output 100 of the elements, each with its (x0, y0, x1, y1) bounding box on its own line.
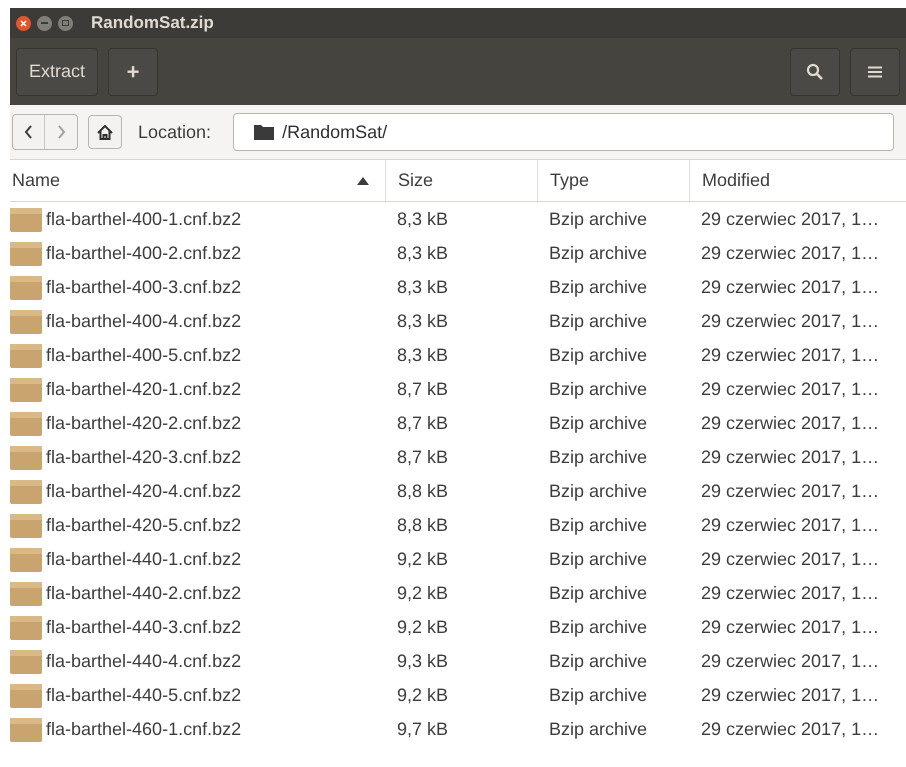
folder-icon (254, 124, 274, 140)
file-modified: 29 czerwiec 2017, 1… (700, 514, 880, 536)
archive-icon (10, 716, 42, 742)
file-size: 8,7 kB (396, 378, 450, 400)
home-icon (97, 124, 113, 140)
file-size: 9,3 kB (396, 650, 450, 672)
file-size: 8,3 kB (396, 276, 450, 298)
file-type: Bzip archive (548, 718, 648, 741)
menu-icon (868, 66, 882, 78)
archive-icon (10, 682, 42, 708)
file-type: Bzip archive (548, 616, 648, 639)
file-name[interactable]: fla-barthel-400-4.cnf.bz2 (46, 308, 242, 334)
file-size: 9,2 kB (396, 548, 450, 570)
column-header[interactable]: Name (10, 160, 385, 201)
search-button[interactable] (790, 48, 840, 96)
file-type: Bzip archive (548, 650, 648, 673)
file-modified: 29 czerwiec 2017, 1… (700, 276, 880, 298)
file-name[interactable]: fla-barthel-400-1.cnf.bz2 (46, 206, 242, 232)
archive-icon (10, 648, 42, 674)
file-name[interactable]: fla-barthel-440-2.cnf.bz2 (46, 580, 242, 606)
forward-icon (56, 125, 66, 139)
search-icon (806, 62, 824, 80)
file-name[interactable]: fla-barthel-460-1.cnf.bz2 (46, 716, 242, 742)
file-size: 8,3 kB (396, 242, 450, 264)
file-modified: 29 czerwiec 2017, 1… (700, 310, 880, 332)
file-name[interactable]: fla-barthel-440-3.cnf.bz2 (46, 614, 242, 640)
file-name[interactable]: fla-barthel-400-5.cnf.bz2 (46, 342, 242, 368)
file-size: 8,3 kB (396, 310, 450, 332)
file-size: 8,3 kB (396, 344, 450, 366)
column-header[interactable]: Size (385, 160, 537, 201)
back-icon (24, 125, 33, 139)
file-size: 8,8 kB (396, 480, 450, 502)
file-size: 8,7 kB (396, 446, 450, 468)
file-modified: 29 czerwiec 2017, 1… (700, 650, 880, 672)
file-name[interactable]: fla-barthel-420-4.cnf.bz2 (46, 478, 242, 504)
archive-icon (10, 444, 42, 470)
file-name[interactable]: fla-barthel-420-5.cnf.bz2 (46, 512, 242, 538)
file-modified: 29 czerwiec 2017, 1… (700, 718, 880, 740)
file-type: Bzip archive (548, 378, 648, 401)
file-modified: 29 czerwiec 2017, 1… (700, 446, 880, 468)
file-size: 8,3 kB (396, 208, 450, 230)
archive-icon (10, 308, 42, 334)
archive-icon (10, 342, 42, 368)
file-size: 9,7 kB (396, 718, 450, 740)
archive-icon (10, 376, 42, 402)
file-modified: 29 czerwiec 2017, 1… (700, 616, 880, 638)
archive-icon (10, 410, 42, 436)
file-size: 9,2 kB (396, 684, 450, 706)
file-modified: 29 czerwiec 2017, 1… (700, 242, 880, 264)
file-type: Bzip archive (548, 276, 648, 299)
archive-icon (10, 240, 42, 266)
file-type: Bzip archive (548, 514, 648, 537)
archive-icon (10, 206, 42, 232)
archive-icon (10, 614, 42, 640)
file-name[interactable]: fla-barthel-400-2.cnf.bz2 (46, 240, 242, 266)
file-name[interactable]: fla-barthel-440-4.cnf.bz2 (46, 648, 242, 674)
file-modified: 29 czerwiec 2017, 1… (700, 378, 880, 400)
file-type: Bzip archive (548, 548, 648, 571)
add-button[interactable]: + (108, 48, 158, 96)
archive-icon (10, 546, 42, 572)
column-header[interactable]: Modified (689, 160, 906, 201)
file-name[interactable]: fla-barthel-400-3.cnf.bz2 (46, 274, 242, 300)
file-modified: 29 czerwiec 2017, 1… (700, 582, 880, 604)
archive-icon (10, 478, 42, 504)
file-type: Bzip archive (548, 208, 648, 231)
sort-ascending-icon (357, 176, 369, 184)
file-modified: 29 czerwiec 2017, 1… (700, 548, 880, 570)
file-type: Bzip archive (548, 480, 648, 503)
archive-icon (10, 580, 42, 606)
home-button[interactable] (88, 115, 122, 149)
file-name[interactable]: fla-barthel-440-5.cnf.bz2 (46, 682, 242, 708)
close-icon[interactable] (16, 16, 31, 30)
file-type: Bzip archive (548, 582, 648, 605)
file-modified: 29 czerwiec 2017, 1… (700, 208, 880, 230)
file-type: Bzip archive (548, 412, 648, 435)
file-size: 9,2 kB (396, 582, 450, 604)
file-size: 8,8 kB (396, 514, 450, 536)
file-modified: 29 czerwiec 2017, 1… (700, 684, 880, 706)
file-name[interactable]: fla-barthel-420-3.cnf.bz2 (46, 444, 242, 470)
file-name[interactable]: fla-barthel-440-1.cnf.bz2 (46, 546, 242, 572)
file-size: 8,7 kB (396, 412, 450, 434)
file-modified: 29 czerwiec 2017, 1… (700, 412, 880, 434)
menu-button[interactable] (850, 48, 900, 96)
archive-icon (10, 512, 42, 538)
archive-icon (10, 274, 42, 300)
minimize-icon[interactable] (37, 16, 52, 30)
file-name[interactable]: fla-barthel-420-1.cnf.bz2 (46, 376, 242, 402)
maximize-icon[interactable] (58, 16, 73, 30)
window-title: RandomSat.zip (91, 12, 214, 34)
file-type: Bzip archive (548, 344, 648, 367)
file-modified: 29 czerwiec 2017, 1… (700, 344, 880, 366)
file-name[interactable]: fla-barthel-420-2.cnf.bz2 (46, 410, 242, 436)
location-field[interactable]: /RandomSat/ (233, 113, 894, 151)
file-type: Bzip archive (548, 310, 648, 333)
file-type: Bzip archive (548, 446, 648, 469)
location-label: Location: (138, 120, 212, 144)
extract-button[interactable]: Extract (16, 48, 98, 96)
column-header[interactable]: Type (537, 160, 689, 201)
file-type: Bzip archive (548, 242, 648, 265)
file-type: Bzip archive (548, 684, 648, 707)
